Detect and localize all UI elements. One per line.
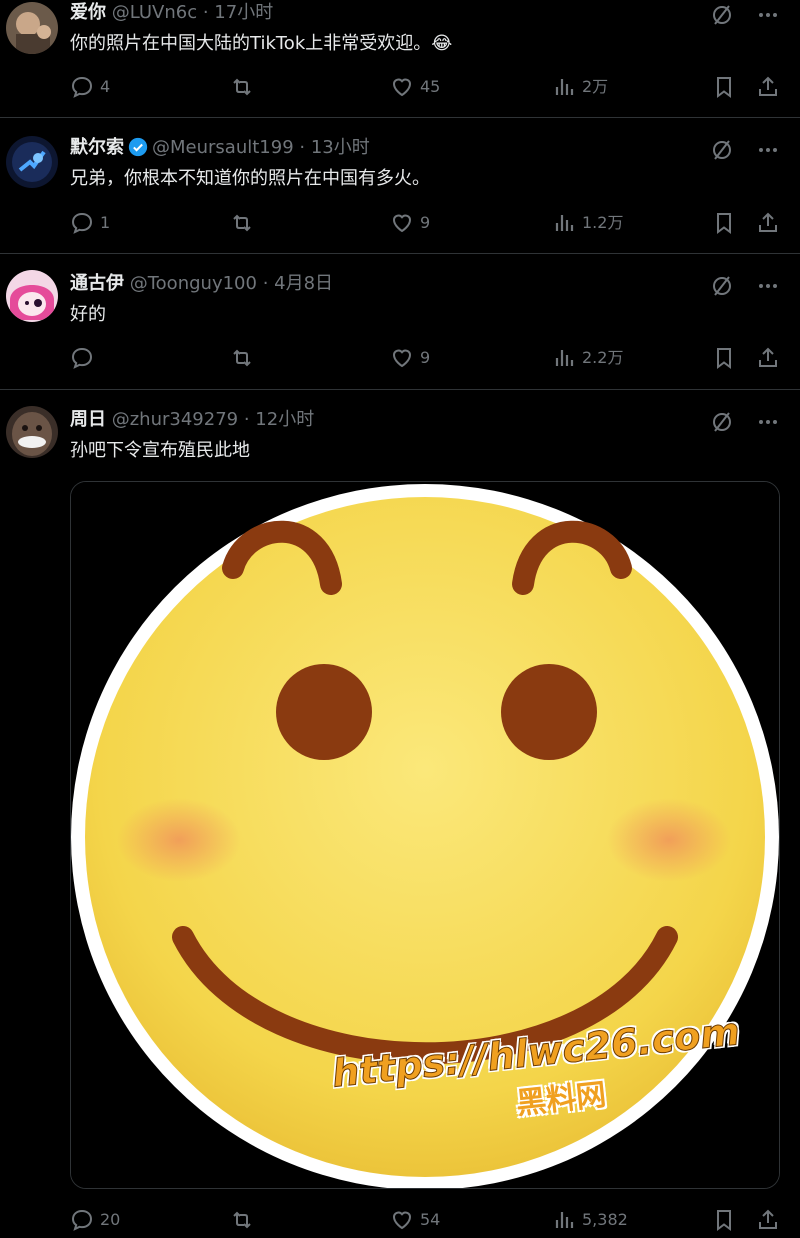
- like-icon: [392, 1211, 412, 1230]
- post-time[interactable]: · 4月8日: [263, 273, 333, 294]
- views-icon: [555, 1212, 574, 1228]
- post-text: 你的照片在中国大陆的TikTok上非常受欢迎。😂: [70, 33, 453, 54]
- avatar[interactable]: [6, 2, 58, 54]
- like-icon: [392, 349, 412, 368]
- views-icon: [555, 350, 574, 366]
- bookmark-icon: [717, 348, 731, 369]
- reply-button[interactable]: 4: [70, 75, 110, 99]
- bookmark-icon: [717, 1210, 731, 1231]
- reply-post-2[interactable]: 默尔索 @Meursault199 · 13小时 兄弟，你根本不知道你的照片在中国…: [0, 118, 800, 254]
- author-name[interactable]: 通古伊: [70, 273, 124, 294]
- views-icon: [555, 79, 574, 95]
- like-icon: [392, 214, 412, 233]
- post-time[interactable]: · 13小时: [299, 137, 369, 158]
- verified-badge-icon: [128, 137, 148, 157]
- author-handle[interactable]: @LUVn6c: [112, 2, 197, 23]
- like-count: 9: [420, 348, 431, 367]
- like-button[interactable]: 54: [390, 1208, 440, 1232]
- author-name[interactable]: 爱你: [70, 2, 106, 23]
- share-button[interactable]: [756, 1208, 780, 1232]
- author-handle[interactable]: @Toonguy100: [130, 273, 257, 294]
- share-button[interactable]: [756, 346, 780, 370]
- author-handle[interactable]: @Meursault199: [152, 137, 294, 158]
- bookmark-button[interactable]: [712, 1208, 736, 1232]
- share-icon: [759, 1209, 777, 1229]
- like-count: 54: [420, 1210, 441, 1229]
- bookmark-button[interactable]: [712, 346, 736, 370]
- bookmark-button[interactable]: [712, 75, 736, 99]
- like-button[interactable]: 45: [390, 75, 440, 99]
- repost-icon: [233, 349, 251, 367]
- reply-icon: [71, 212, 93, 234]
- share-icon: [759, 76, 777, 96]
- author-name[interactable]: 默尔索: [70, 137, 124, 158]
- share-button[interactable]: [756, 211, 780, 235]
- views-button[interactable]: 1.2万: [552, 211, 623, 235]
- repost-button[interactable]: [230, 1208, 260, 1232]
- more-icon[interactable]: [756, 138, 780, 162]
- avatar[interactable]: [6, 136, 58, 188]
- post-text: 好的: [70, 304, 106, 325]
- more-icon[interactable]: [756, 3, 780, 27]
- share-button[interactable]: [756, 75, 780, 99]
- post-time[interactable]: · 12小时: [244, 409, 314, 430]
- more-icon[interactable]: [756, 410, 780, 434]
- reply-icon: [71, 347, 93, 369]
- repost-icon: [233, 78, 251, 96]
- post-text: 兄弟，你根本不知道你的照片在中国有多火。: [70, 168, 430, 189]
- reply-count: 20: [100, 1210, 121, 1229]
- avatar[interactable]: [6, 270, 58, 322]
- reply-button[interactable]: [70, 346, 100, 370]
- reply-post-3[interactable]: 通古伊 @Toonguy100 · 4月8日 好的 9 2.2万: [0, 254, 800, 390]
- grok-icon[interactable]: [710, 274, 734, 298]
- reply-button[interactable]: 20: [70, 1208, 120, 1232]
- views-button[interactable]: 2万: [552, 75, 608, 99]
- like-button[interactable]: 9: [390, 211, 430, 235]
- like-button[interactable]: 9: [390, 346, 430, 370]
- like-icon: [392, 78, 412, 97]
- reply-icon: [71, 1209, 93, 1231]
- repost-button[interactable]: [230, 211, 260, 235]
- repost-icon: [233, 214, 251, 232]
- views-button[interactable]: 2.2万: [552, 346, 623, 370]
- views-count: 2.2万: [582, 348, 624, 367]
- grok-icon[interactable]: [710, 138, 734, 162]
- avatar[interactable]: [6, 406, 58, 458]
- like-count: 9: [420, 213, 431, 232]
- post-time[interactable]: · 17小时: [203, 2, 273, 23]
- like-count: 45: [420, 77, 441, 96]
- bookmark-icon: [717, 77, 731, 98]
- reply-icon: [71, 76, 93, 98]
- author-handle[interactable]: @zhur349279: [112, 409, 238, 430]
- views-count: 1.2万: [582, 213, 624, 232]
- reply-count: 4: [100, 77, 111, 96]
- grok-icon[interactable]: [710, 410, 734, 434]
- reply-count: 1: [100, 213, 111, 232]
- repost-button[interactable]: [230, 346, 260, 370]
- grok-icon[interactable]: [710, 3, 734, 27]
- repost-icon: [233, 1211, 251, 1229]
- repost-button[interactable]: [230, 75, 260, 99]
- views-count: 2万: [582, 77, 609, 96]
- author-name[interactable]: 周日: [70, 409, 106, 430]
- share-icon: [759, 212, 777, 232]
- share-icon: [759, 347, 777, 367]
- views-button[interactable]: 5,382: [552, 1208, 628, 1232]
- reply-post-1[interactable]: 爱你 @LUVn6c · 17小时 你的照片在中国大陆的TikTok上非常受欢迎…: [0, 0, 800, 118]
- views-icon: [555, 215, 574, 231]
- views-count: 5,382: [582, 1210, 628, 1229]
- reply-button[interactable]: 1: [70, 211, 110, 235]
- bookmark-button[interactable]: [712, 211, 736, 235]
- more-icon[interactable]: [756, 274, 780, 298]
- post-text: 孙吧下令宣布殖民此地: [70, 440, 250, 461]
- bookmark-icon: [717, 213, 731, 234]
